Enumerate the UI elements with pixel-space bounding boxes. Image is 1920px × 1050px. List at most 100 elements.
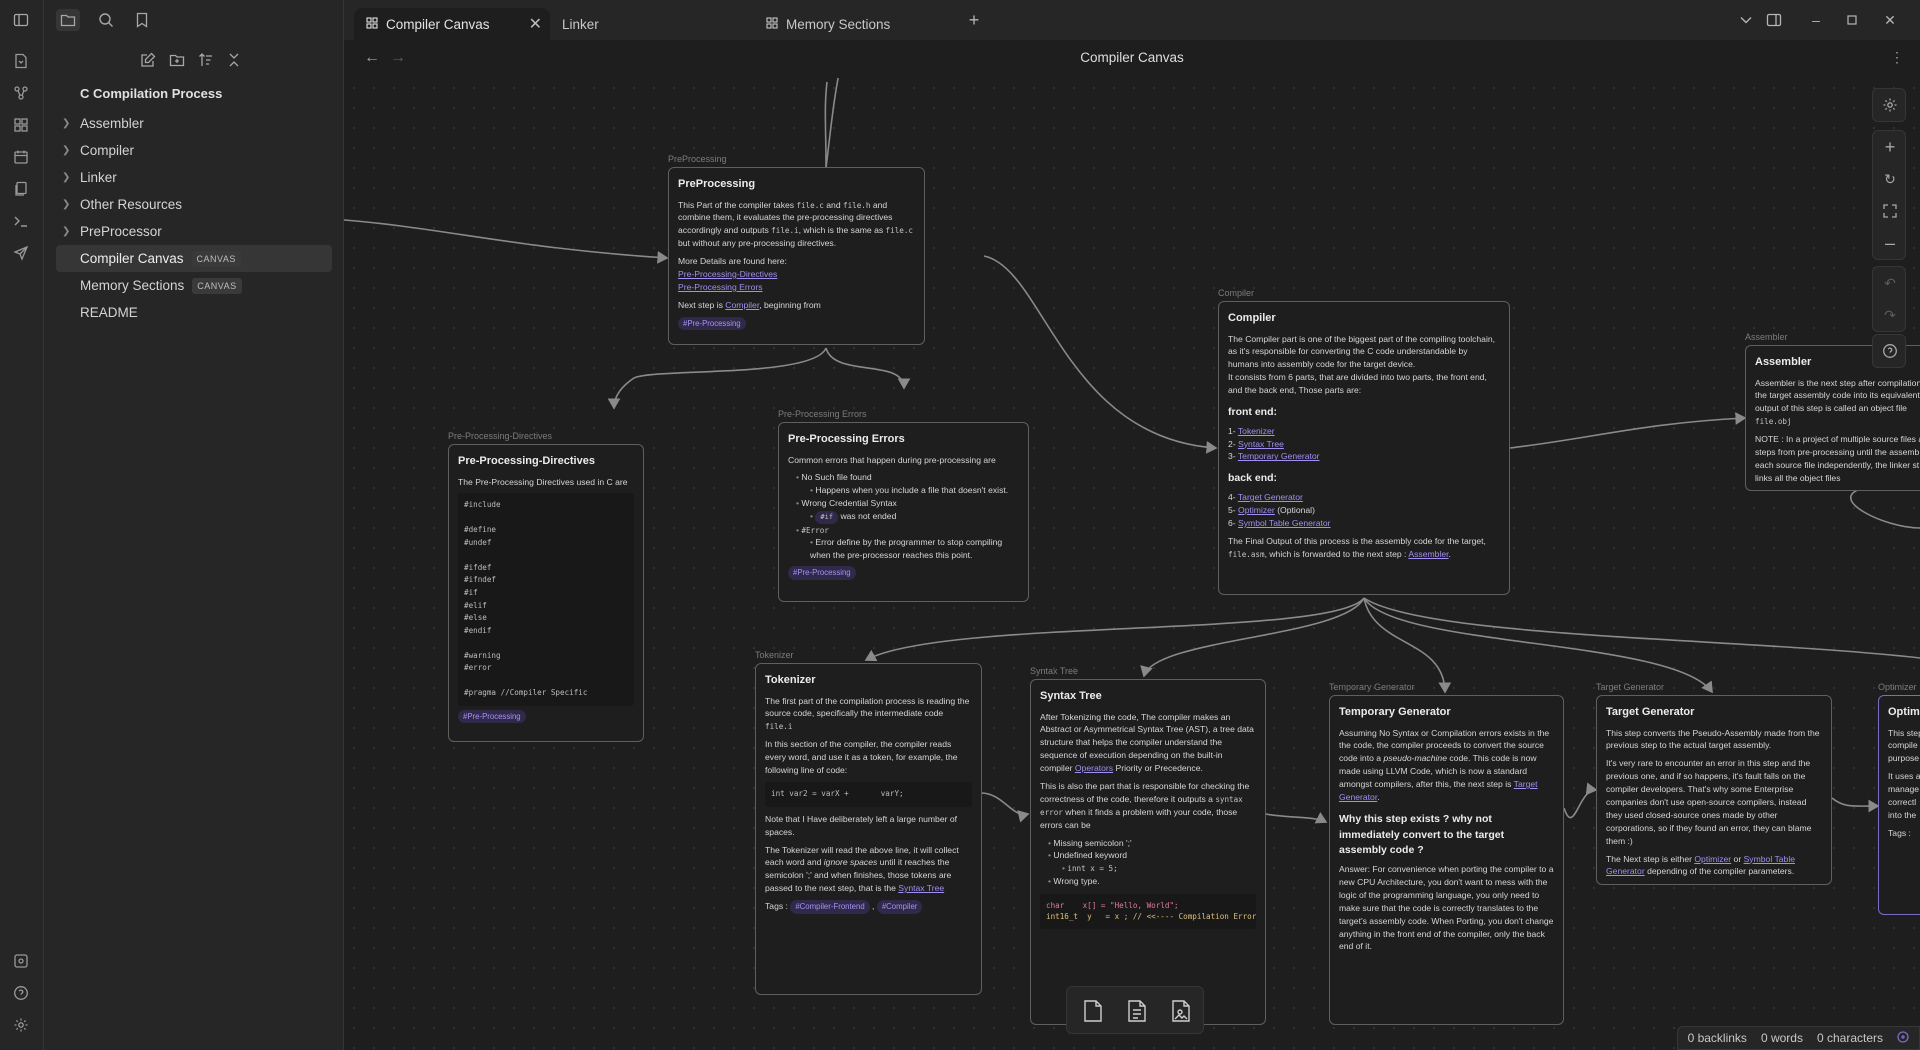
edge <box>981 792 1030 823</box>
tree-folder-compiler[interactable]: ❯ Compiler <box>56 137 332 164</box>
card-optimizer[interactable]: Optim This step compile purpose It uses … <box>1878 695 1920 915</box>
new-folder-icon[interactable] <box>165 48 189 72</box>
list-item: Missing semicolon ';' <box>1048 837 1256 850</box>
tab-compiler-canvas[interactable]: Compiler Canvas ✕ <box>354 8 550 40</box>
right-sidebar-toggle-icon[interactable] <box>1764 10 1784 30</box>
zoom-in-icon[interactable]: + <box>1873 131 1907 163</box>
minimize-window-icon[interactable]: – <box>1806 10 1826 30</box>
undo-icon[interactable]: ↶ <box>1873 267 1907 299</box>
tree-folder-other-resources[interactable]: ❯ Other Resources <box>56 191 332 218</box>
vault-switch-icon[interactable] <box>10 950 32 972</box>
tag-pre-processing[interactable]: #Pre-Processing <box>678 316 746 331</box>
canvas-icon[interactable] <box>10 114 32 136</box>
link-pre-processing-errors[interactable]: Pre-Processing Errors <box>678 282 763 292</box>
tree-folder-assembler[interactable]: ❯ Assembler <box>56 110 332 137</box>
tree-item-label: Compiler <box>80 143 135 158</box>
card-tokenizer[interactable]: Tokenizer The first part of the compilat… <box>755 663 982 995</box>
link-assembler[interactable]: Assembler <box>1408 549 1448 559</box>
card-temporary-generator[interactable]: Temporary Generator Assuming No Syntax o… <box>1329 695 1564 1025</box>
zoom-to-fit-icon[interactable] <box>1873 195 1907 227</box>
close-window-icon[interactable]: ✕ <box>1880 10 1900 30</box>
list-item: innt x = 5; <box>1062 862 1256 875</box>
link-pre-processing-directives[interactable]: Pre-Processing-Directives <box>678 269 777 279</box>
settings-gear-icon[interactable] <box>10 1014 32 1036</box>
tag-pre-processing[interactable]: #Pre-Processing <box>788 566 856 580</box>
tree-folder-linker[interactable]: ❯ Linker <box>56 164 332 191</box>
card-paragraph: The Pre-Processing Directives used in C … <box>458 476 628 487</box>
terminal-icon[interactable] <box>10 210 32 232</box>
code-block: #include #define #undef #ifdef #ifndef #… <box>458 493 634 706</box>
tree-folder-preprocessor[interactable]: ❯ PreProcessor <box>56 218 332 245</box>
vault-root-title[interactable]: C Compilation Process <box>44 82 344 106</box>
tree-file-compiler-canvas[interactable]: Compiler Canvas CANVAS <box>56 245 332 272</box>
backlinks-count[interactable]: 0 backlinks <box>1688 1031 1747 1045</box>
tab-linker[interactable]: Linker <box>550 8 746 40</box>
search-icon[interactable] <box>94 9 118 31</box>
zoom-out-icon[interactable]: – <box>1873 227 1907 259</box>
add-media-icon[interactable] <box>1167 997 1195 1025</box>
sync-status-icon[interactable] <box>1897 1030 1909 1046</box>
link-operators[interactable]: Operators <box>1075 763 1113 773</box>
view-title: Compiler Canvas <box>1080 50 1184 65</box>
tag-compiler-frontend[interactable]: #Compiler-Frontend <box>790 900 870 914</box>
card-title: PreProcessing <box>678 178 756 190</box>
link-optimizer[interactable]: Optimizer <box>1694 854 1731 864</box>
edge <box>1509 412 1747 449</box>
tab-memory-sections[interactable]: Memory Sections <box>754 8 950 40</box>
card-preprocessing[interactable]: PreProcessing This Part of the compiler … <box>668 167 925 345</box>
tab-list-dropdown-icon[interactable] <box>1736 10 1756 30</box>
section-heading: back end: <box>1228 472 1278 485</box>
maximize-window-icon[interactable] <box>1842 10 1862 30</box>
more-options-icon[interactable]: ⋮ <box>1890 49 1904 66</box>
node-group-label: Assembler <box>1745 332 1788 342</box>
canvas-settings-gear-icon[interactable] <box>1873 89 1907 121</box>
sort-order-icon[interactable] <box>194 48 218 72</box>
link-tokenizer[interactable]: Tokenizer <box>1238 426 1275 436</box>
new-tab-icon[interactable]: + <box>964 10 984 30</box>
tag-compiler[interactable]: #Compiler <box>876 900 923 914</box>
files-tab-icon[interactable] <box>56 9 80 31</box>
card-syntax-tree[interactable]: Syntax Tree After Tokenizing the code, T… <box>1030 679 1266 1025</box>
card-pre-processing-errors[interactable]: Pre-Processing Errors Common errors that… <box>778 422 1029 602</box>
canvas-icon <box>366 16 378 32</box>
link-compiler[interactable]: Compiler <box>725 300 759 310</box>
redo-icon[interactable]: ↷ <box>1873 299 1907 331</box>
open-quick-switcher-icon[interactable] <box>10 50 32 72</box>
link-symbol-table-generator[interactable]: Symbol Table Generator <box>1238 518 1331 528</box>
link-target-generator[interactable]: Target Generator <box>1238 492 1303 502</box>
calendar-icon[interactable] <box>10 146 32 168</box>
link-optimizer[interactable]: Optimizer <box>1238 505 1275 515</box>
tag-pre-processing[interactable]: #Pre-Processing <box>458 709 526 724</box>
tree-file-readme[interactable]: README <box>56 299 332 326</box>
help-icon[interactable] <box>1873 335 1907 367</box>
card-pre-processing-directives[interactable]: Pre-Processing-Directives The Pre-Proces… <box>448 444 644 742</box>
canvas-view[interactable]: PreProcessing PreProcessing This Part of… <box>344 78 1920 1050</box>
reset-zoom-icon[interactable]: ↻ <box>1873 163 1907 195</box>
graph-view-icon[interactable] <box>10 82 32 104</box>
card-compiler[interactable]: Compiler The Compiler part is one of the… <box>1218 301 1510 595</box>
publish-icon[interactable] <box>10 242 32 264</box>
status-bar: 0 backlinks 0 words 0 characters <box>1676 1026 1920 1050</box>
collapse-all-icon[interactable] <box>222 48 246 72</box>
code-block: int var2 = varX + varY; <box>765 781 972 807</box>
tree-item-label: README <box>80 305 138 320</box>
add-note-from-vault-icon[interactable] <box>1123 997 1151 1025</box>
list-item: #Error <box>796 524 1019 537</box>
sidebar-toggle-icon[interactable] <box>10 9 32 31</box>
link-syntax-tree[interactable]: Syntax Tree <box>1238 439 1284 449</box>
link-syntax-tree[interactable]: Syntax Tree <box>898 883 944 893</box>
templates-icon[interactable] <box>10 178 32 200</box>
tree-file-memory-sections[interactable]: Memory Sections CANVAS <box>56 272 332 299</box>
bookmarks-icon[interactable] <box>130 9 154 31</box>
edge <box>983 255 1218 454</box>
card-paragraph: It uses a manage correctl into the <box>1888 771 1920 820</box>
help-icon[interactable] <box>10 982 32 1004</box>
card-target-generator[interactable]: Target Generator This step converts the … <box>1596 695 1832 885</box>
edge <box>1363 597 1713 694</box>
link-temporary-generator[interactable]: Temporary Generator <box>1238 451 1320 461</box>
new-note-icon[interactable] <box>136 48 160 72</box>
add-card-icon[interactable] <box>1079 997 1107 1025</box>
close-tab-icon[interactable]: ✕ <box>529 14 542 34</box>
list-item: 5- Optimizer (Optional) <box>1228 505 1315 516</box>
tree-item-label: Linker <box>80 170 117 185</box>
